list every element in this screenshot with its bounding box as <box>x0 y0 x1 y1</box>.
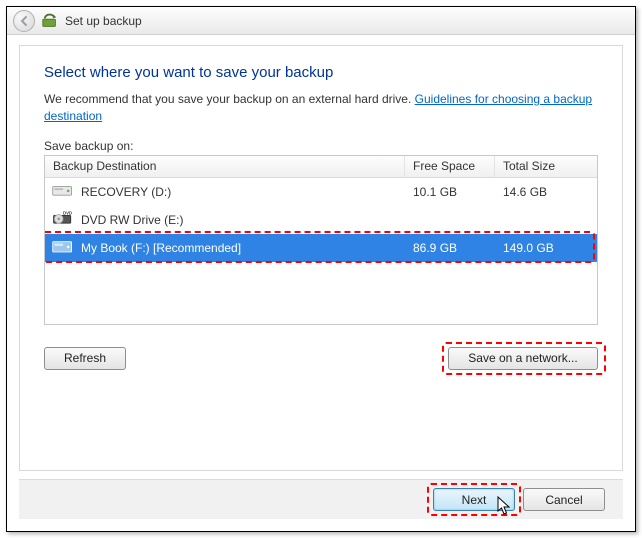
table-row[interactable]: DVD DVD RW Drive (E:) <box>45 206 597 234</box>
total-size-cell: 14.6 GB <box>495 185 575 199</box>
window-title: Set up backup <box>65 14 142 28</box>
page-heading: Select where you want to save your backu… <box>44 64 598 81</box>
save-on-label: Save backup on: <box>44 139 598 153</box>
free-space-cell: 86.9 GB <box>405 241 495 255</box>
total-size-cell: 149.0 GB <box>495 241 575 255</box>
back-button[interactable] <box>13 10 35 32</box>
back-arrow-icon <box>18 15 30 27</box>
col-header-destination[interactable]: Backup Destination <box>45 156 405 177</box>
col-header-total-size[interactable]: Total Size <box>495 156 575 177</box>
table-row[interactable]: My Book (F:) [Recommended] 86.9 GB149.0 G… <box>45 234 597 262</box>
destination-table: Backup Destination Free Space Total Size… <box>44 155 598 325</box>
drive-name: RECOVERY (D:) <box>81 185 171 199</box>
free-space-cell: 10.1 GB <box>405 185 495 199</box>
table-row[interactable]: RECOVERY (D:) 10.1 GB14.6 GB <box>45 178 597 206</box>
refresh-button[interactable]: Refresh <box>44 347 126 370</box>
next-button[interactable]: Next <box>433 488 515 511</box>
table-header: Backup Destination Free Space Total Size <box>45 156 597 178</box>
recommendation-prefix: We recommend that you save your backup o… <box>44 92 415 106</box>
cancel-button[interactable]: Cancel <box>523 488 605 511</box>
wizard-footer: Next Cancel <box>19 479 623 519</box>
button-row: Refresh Save on a network... <box>44 347 598 370</box>
svg-text:DVD: DVD <box>63 211 72 216</box>
save-on-network-button[interactable]: Save on a network... <box>448 347 598 370</box>
drive-name: My Book (F:) [Recommended] <box>81 241 241 255</box>
title-bar: Set up backup <box>7 7 635 35</box>
table-body: RECOVERY (D:) 10.1 GB14.6 GB DVD DVD RW Dri… <box>45 178 597 324</box>
content-panel: Select where you want to save your backu… <box>19 45 623 471</box>
drive-icon <box>51 237 75 258</box>
drive-icon <box>51 181 75 202</box>
recommendation-text: We recommend that you save your backup o… <box>44 91 598 125</box>
wizard-window: Set up backup Select where you want to s… <box>6 6 636 532</box>
drive-icon: DVD <box>51 209 75 230</box>
drive-name: DVD RW Drive (E:) <box>81 213 183 227</box>
col-header-free-space[interactable]: Free Space <box>405 156 495 177</box>
backup-app-icon <box>41 12 59 30</box>
